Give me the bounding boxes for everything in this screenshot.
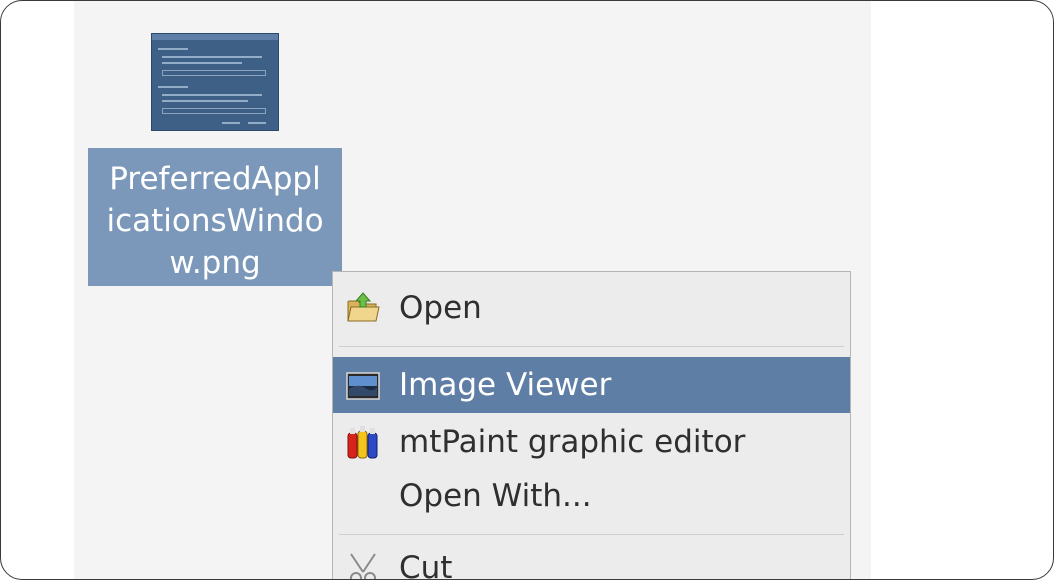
menu-item-cut-label: Cut: [399, 550, 453, 580]
menu-item-mtpaint[interactable]: mtPaint graphic editor: [333, 414, 850, 470]
menu-separator: [339, 346, 844, 347]
menu-item-mtpaint-label: mtPaint graphic editor: [399, 424, 746, 460]
image-thumbnail-icon[interactable]: [151, 33, 279, 131]
context-menu: Open Image Viewer mtPaint graphic editor…: [332, 271, 851, 580]
menu-item-open[interactable]: Open: [333, 280, 850, 336]
file-name-label[interactable]: PreferredAppl icationsWindo w.png: [88, 148, 342, 286]
file-name-line-3: w.png: [169, 245, 261, 281]
file-name-line-2: icationsWindo: [106, 203, 324, 239]
image-viewer-icon: [346, 372, 380, 400]
menu-item-open-with[interactable]: Open With...: [333, 468, 850, 524]
open-folder-icon: [347, 292, 380, 322]
menu-item-open-label: Open: [399, 290, 482, 326]
menu-item-image-viewer[interactable]: Image Viewer: [333, 357, 850, 413]
menu-item-open-with-label: Open With...: [399, 478, 592, 514]
menu-item-cut[interactable]: Cut: [333, 540, 850, 580]
open-with-icon-placeholder: [345, 478, 381, 514]
window-frame: PreferredAppl icationsWindo w.png Open I…: [0, 0, 1054, 580]
cut-icon: [350, 553, 376, 579]
file-name-line-1: PreferredAppl: [109, 161, 321, 197]
mtpaint-icon: [347, 426, 378, 459]
menu-separator: [339, 534, 844, 535]
menu-item-image-viewer-label: Image Viewer: [399, 367, 612, 403]
